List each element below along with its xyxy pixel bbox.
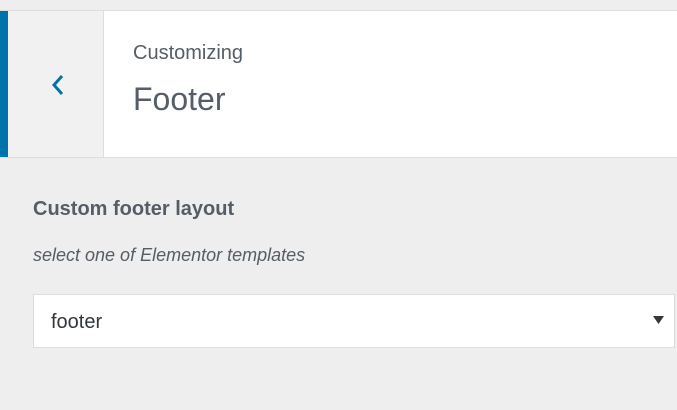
section-header: Customizing Footer	[0, 10, 677, 158]
custom-footer-control: Custom footer layout select one of Eleme…	[33, 196, 677, 348]
caret-down-icon	[653, 316, 664, 324]
customizing-label: Customizing	[133, 42, 244, 64]
title-block: Customizing Footer	[133, 41, 243, 119]
select-value: footer	[51, 311, 103, 333]
back-button[interactable]	[0, 11, 104, 157]
top-strip	[0, 0, 677, 10]
control-title: Custom footer layout	[33, 198, 235, 220]
section-title: Footer	[133, 81, 226, 117]
footer-template-select[interactable]: footer	[33, 294, 675, 348]
chevron-left-icon	[51, 75, 64, 95]
control-description: select one of Elementor templates	[33, 245, 306, 265]
